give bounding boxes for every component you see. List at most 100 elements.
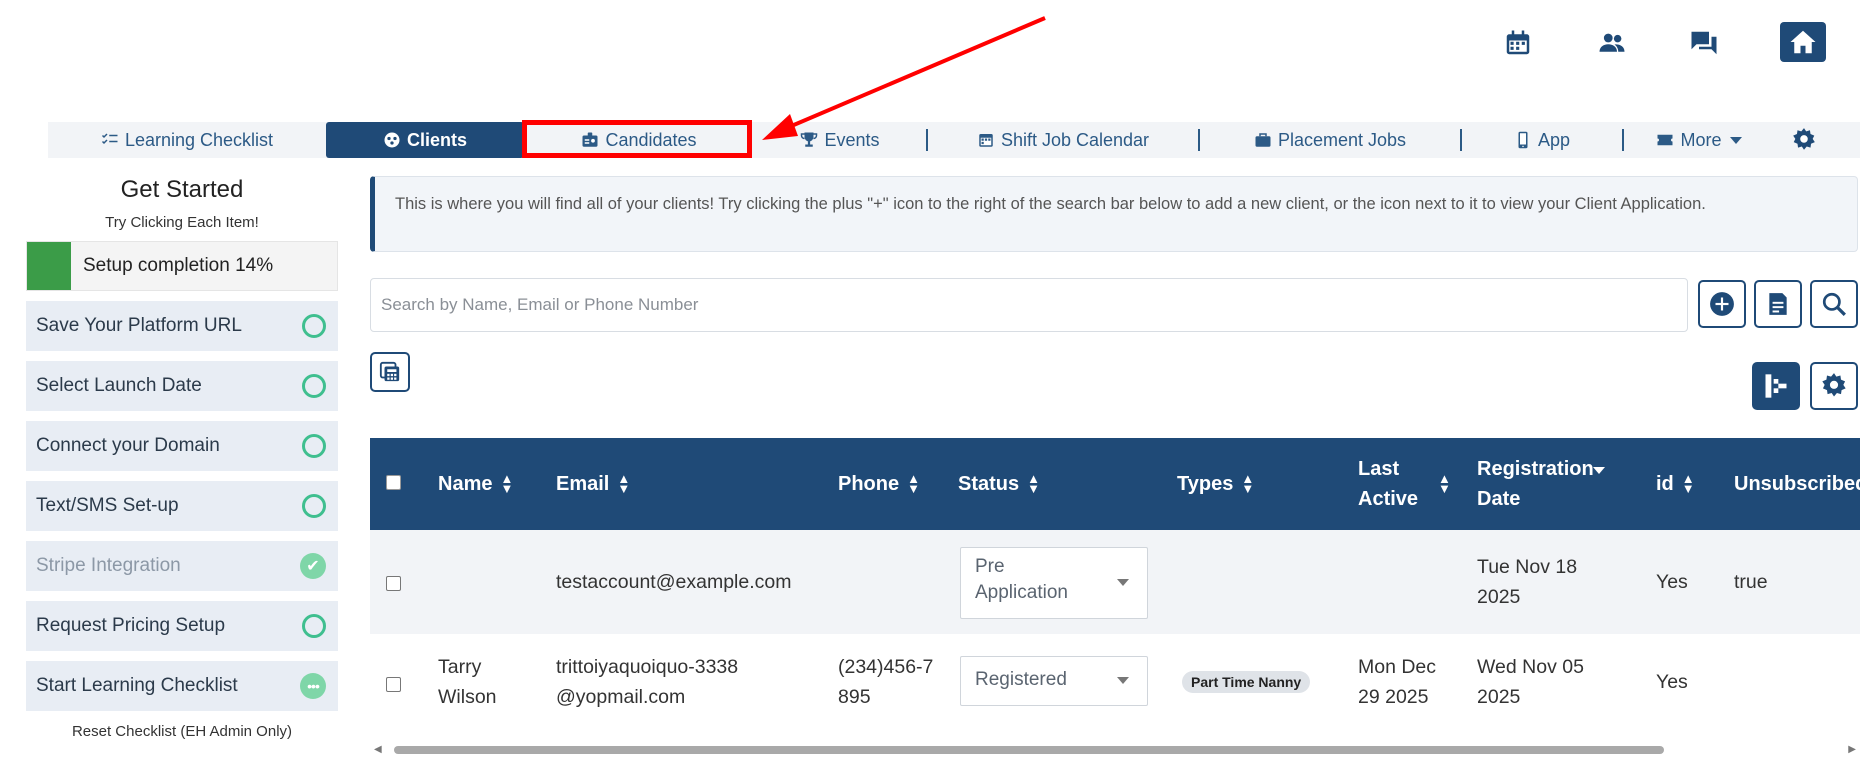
column-header-last-active[interactable]: Last Active ▲ ▼ — [1358, 438, 1468, 530]
clients-table: Name ▲ ▼ Email ▲ ▼ Phone ▲ ▼ Status ▲ ▼ Types ▲ ▼ … — [370, 438, 1860, 728]
checklist-item-label: Select Launch Date — [36, 375, 202, 396]
client-application-button[interactable] — [1754, 280, 1802, 328]
calculator-button[interactable] — [370, 352, 410, 392]
briefcase-icon — [1255, 133, 1271, 147]
checklist-item-label: Save Your Platform URL — [36, 315, 242, 336]
status-value: Registered — [975, 669, 1067, 690]
chevron-down-icon — [1117, 579, 1129, 586]
add-client-button[interactable] — [1698, 280, 1746, 328]
cell-id: Yes — [1656, 671, 1688, 693]
column-view-button[interactable] — [1752, 362, 1800, 410]
column-header-label: Email — [556, 473, 610, 495]
sort-desc-icon — [1593, 466, 1605, 474]
checklist-item-launch-date[interactable]: Select Launch Date — [26, 361, 338, 411]
search-icon — [1822, 292, 1846, 316]
columns-icon — [1765, 374, 1787, 398]
tab-shift-job-calendar[interactable]: Shift Job Calendar — [928, 122, 1198, 158]
scroll-left-arrow-icon[interactable]: ◀ — [374, 744, 382, 755]
cell-email: trittoiyaquoiquo-3338@yopmail.com — [556, 656, 739, 708]
column-header-label: id — [1656, 473, 1674, 495]
chat-icon[interactable] — [1680, 22, 1728, 64]
calendar-icon[interactable] — [1494, 22, 1542, 64]
tab-learning-checklist[interactable]: Learning Checklist — [48, 122, 326, 158]
column-header-email[interactable]: Email ▲ ▼ — [556, 438, 630, 530]
tab-label: Candidates — [605, 129, 697, 150]
tab-app[interactable]: App — [1462, 122, 1622, 158]
select-all-checkbox[interactable] — [386, 475, 401, 490]
tab-label: Events — [824, 129, 880, 150]
scroll-right-arrow-icon[interactable]: ▶ — [1848, 744, 1856, 755]
sort-icon: ▲ ▼ — [617, 471, 631, 496]
empty-circle-icon — [302, 614, 326, 638]
checklist-item-platform-url[interactable]: Save Your Platform URL — [26, 301, 338, 351]
column-header-status[interactable]: Status ▲ ▼ — [958, 438, 1040, 530]
column-header-unsubscribed[interactable]: Unsubscribed — [1734, 438, 1860, 530]
tab-label: Placement Jobs — [1277, 129, 1407, 150]
tab-candidates[interactable]: Candidates — [524, 122, 754, 158]
column-header-label: Name — [438, 473, 493, 495]
plus-circle-icon — [1710, 292, 1734, 316]
row-checkbox[interactable] — [386, 576, 401, 591]
trophy-icon — [801, 132, 818, 147]
column-header-label: Types — [1177, 473, 1234, 495]
checklist-item-stripe[interactable]: Stripe Integration ✔ — [26, 541, 338, 591]
search-button[interactable] — [1810, 280, 1858, 328]
people-icon[interactable] — [1588, 22, 1636, 64]
tab-label: App — [1537, 129, 1571, 150]
home-icon[interactable] — [1780, 22, 1826, 62]
clients-icon — [384, 132, 400, 148]
horizontal-scrollbar[interactable]: ◀ ▶ — [370, 742, 1860, 756]
checklist-item-pricing[interactable]: Request Pricing Setup — [26, 601, 338, 651]
cell-id: Yes — [1656, 571, 1688, 593]
main-nav: Learning Checklist Clients Candidates Ev… — [48, 122, 1860, 158]
table-row[interactable]: testaccount@example.com Pre Application … — [370, 530, 1860, 634]
row-checkbox[interactable] — [386, 677, 401, 692]
tab-more[interactable]: More — [1624, 122, 1774, 158]
tab-placement-jobs[interactable]: Placement Jobs — [1200, 122, 1460, 158]
cell-name: Tarry Wilson — [438, 656, 497, 708]
document-icon — [1769, 293, 1787, 315]
table-row[interactable]: Tarry Wilson trittoiyaquoiquo-3338@yopma… — [370, 634, 1860, 728]
check-circle-icon: ✔ — [300, 553, 326, 579]
checklist-item-domain[interactable]: Connect your Domain — [26, 421, 338, 471]
setup-progress-bar: Setup completion 14% — [26, 241, 338, 291]
column-header-types[interactable]: Types ▲ ▼ — [1177, 438, 1254, 530]
table-header: Name ▲ ▼ Email ▲ ▼ Phone ▲ ▼ Status ▲ ▼ Types ▲ ▼ … — [370, 438, 1860, 530]
tab-label: Clients — [406, 129, 467, 150]
tab-clients[interactable]: Clients — [326, 122, 524, 158]
checklist-item-label: Start Learning Checklist — [36, 675, 238, 696]
empty-circle-icon — [302, 434, 326, 458]
empty-circle-icon — [302, 494, 326, 518]
cell-registration-date: Tue Nov 18 2025 — [1477, 556, 1578, 608]
cell-last-active: Mon Dec 29 2025 — [1358, 656, 1437, 708]
top-icon-bar — [0, 22, 1876, 72]
status-select[interactable]: Registered — [960, 656, 1148, 706]
tab-events[interactable]: Events — [754, 122, 926, 158]
chevron-down-icon — [1117, 677, 1129, 684]
tab-label: Shift Job Calendar — [1000, 129, 1150, 150]
panel-subtitle: Try Clicking Each Item! — [105, 214, 259, 231]
settings-button[interactable] — [1774, 122, 1834, 158]
scrollbar-thumb[interactable] — [394, 746, 1664, 754]
search-input[interactable] — [370, 278, 1688, 332]
column-header-name[interactable]: Name ▲ ▼ — [438, 438, 513, 530]
badge-icon — [582, 132, 598, 147]
checklist-item-label: Stripe Integration — [36, 555, 181, 576]
column-header-phone[interactable]: Phone ▲ ▼ — [838, 438, 920, 530]
column-header-id[interactable]: id ▲ ▼ — [1656, 438, 1695, 530]
ticket-icon — [1657, 134, 1673, 146]
table-settings-button[interactable] — [1810, 362, 1858, 410]
checklist-item-learning[interactable]: Start Learning Checklist ••• — [26, 661, 338, 711]
calculator-icon — [379, 361, 400, 382]
tab-label: Learning Checklist — [124, 129, 274, 150]
sort-icon: ▲ ▼ — [1027, 471, 1040, 496]
sort-icon: ▲ ▼ — [907, 471, 920, 496]
checklist-item-label: Connect your Domain — [36, 435, 220, 456]
checklist-item-sms[interactable]: Text/SMS Set-up — [26, 481, 338, 531]
status-select[interactable]: Pre Application — [960, 547, 1148, 619]
reset-checklist-link[interactable]: Reset Checklist (EH Admin Only) — [26, 723, 338, 740]
column-header-registration-date[interactable]: Registration Date — [1477, 438, 1637, 530]
column-header-label: Status — [958, 473, 1020, 495]
column-header-label: Phone — [838, 473, 900, 495]
cell-phone: (234)456-7895 — [838, 656, 934, 708]
